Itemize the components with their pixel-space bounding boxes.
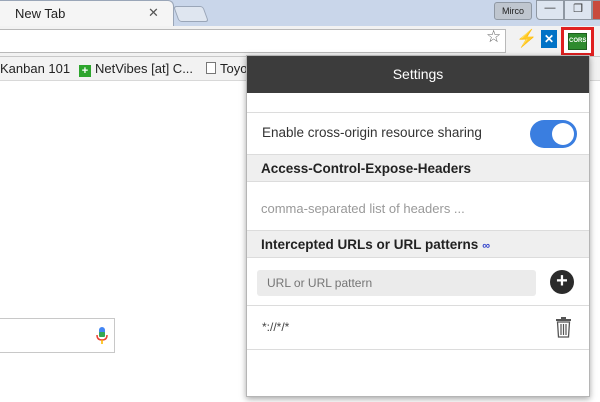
pattern-text: *://*/* <box>262 320 290 334</box>
bookmark-toyo[interactable]: Toyo <box>206 61 247 76</box>
expose-headers-section: Access-Control-Expose-Headers <box>247 154 589 182</box>
intercepted-urls-title: Intercepted URLs or URL patterns ∞ <box>261 237 490 252</box>
toggle-knob <box>552 123 574 145</box>
enable-cors-label: Enable cross-origin resource sharing <box>262 125 482 140</box>
intercepted-urls-section: Intercepted URLs or URL patterns ∞ <box>247 230 589 258</box>
expose-headers-title: Access-Control-Expose-Headers <box>261 161 472 176</box>
bookmark-star-icon[interactable]: ☆ <box>486 27 501 47</box>
close-window-button[interactable] <box>592 0 600 20</box>
intercepted-urls-label: Intercepted URLs or URL patterns <box>261 237 479 252</box>
enable-cors-row: Enable cross-origin resource sharing <box>247 112 589 154</box>
tab-new-tab[interactable]: New Tab ✕ <box>0 0 174 26</box>
tab-title: New Tab <box>15 6 66 21</box>
tab-strip: New Tab ✕ Mirco — ❐ <box>0 0 600 26</box>
bookmark-label: Toyo <box>220 61 248 76</box>
new-tab-button[interactable] <box>173 6 209 22</box>
microphone-icon[interactable] <box>96 327 108 345</box>
minimize-icon: — <box>544 2 556 14</box>
divider <box>247 349 589 350</box>
close-tab-icon[interactable]: ✕ <box>148 5 159 21</box>
green-plus-icon: + <box>79 65 91 77</box>
popup-title: Settings <box>247 56 589 93</box>
expose-headers-input[interactable]: comma-separated list of headers ... <box>261 201 465 216</box>
minimize-button[interactable]: — <box>536 0 564 20</box>
cors-extension-button[interactable]: CORS <box>568 33 587 50</box>
trash-icon[interactable] <box>555 317 572 338</box>
enable-cors-toggle[interactable] <box>530 120 577 148</box>
extension-x-icon[interactable]: ✕ <box>541 30 557 48</box>
page-icon <box>206 62 216 74</box>
bookmark-label: NetVibes [at] C... <box>95 61 194 76</box>
maximize-button[interactable]: ❐ <box>564 0 592 20</box>
link-icon[interactable]: ∞ <box>482 240 490 252</box>
bookmark-kanban[interactable]: Kanban 101 <box>0 61 70 76</box>
toolbar: ☆ ⚡ ✕ CORS <box>0 26 600 57</box>
bookmark-label: Kanban 101 <box>0 61 71 76</box>
bookmark-netvibes[interactable]: + NetVibes [at] C... <box>79 61 193 77</box>
cors-settings-popup: Settings Enable cross-origin resource sh… <box>246 55 590 397</box>
profile-button[interactable]: Mirco <box>494 2 532 20</box>
add-pattern-button[interactable]: + <box>550 270 574 294</box>
pattern-row: *://*/* <box>247 305 589 349</box>
url-pattern-input[interactable] <box>257 270 536 296</box>
address-bar[interactable] <box>0 29 506 53</box>
cors-extension-highlight: CORS <box>561 27 594 56</box>
maximize-icon: ❐ <box>573 3 583 15</box>
extension-lightning-icon[interactable]: ⚡ <box>516 29 537 49</box>
